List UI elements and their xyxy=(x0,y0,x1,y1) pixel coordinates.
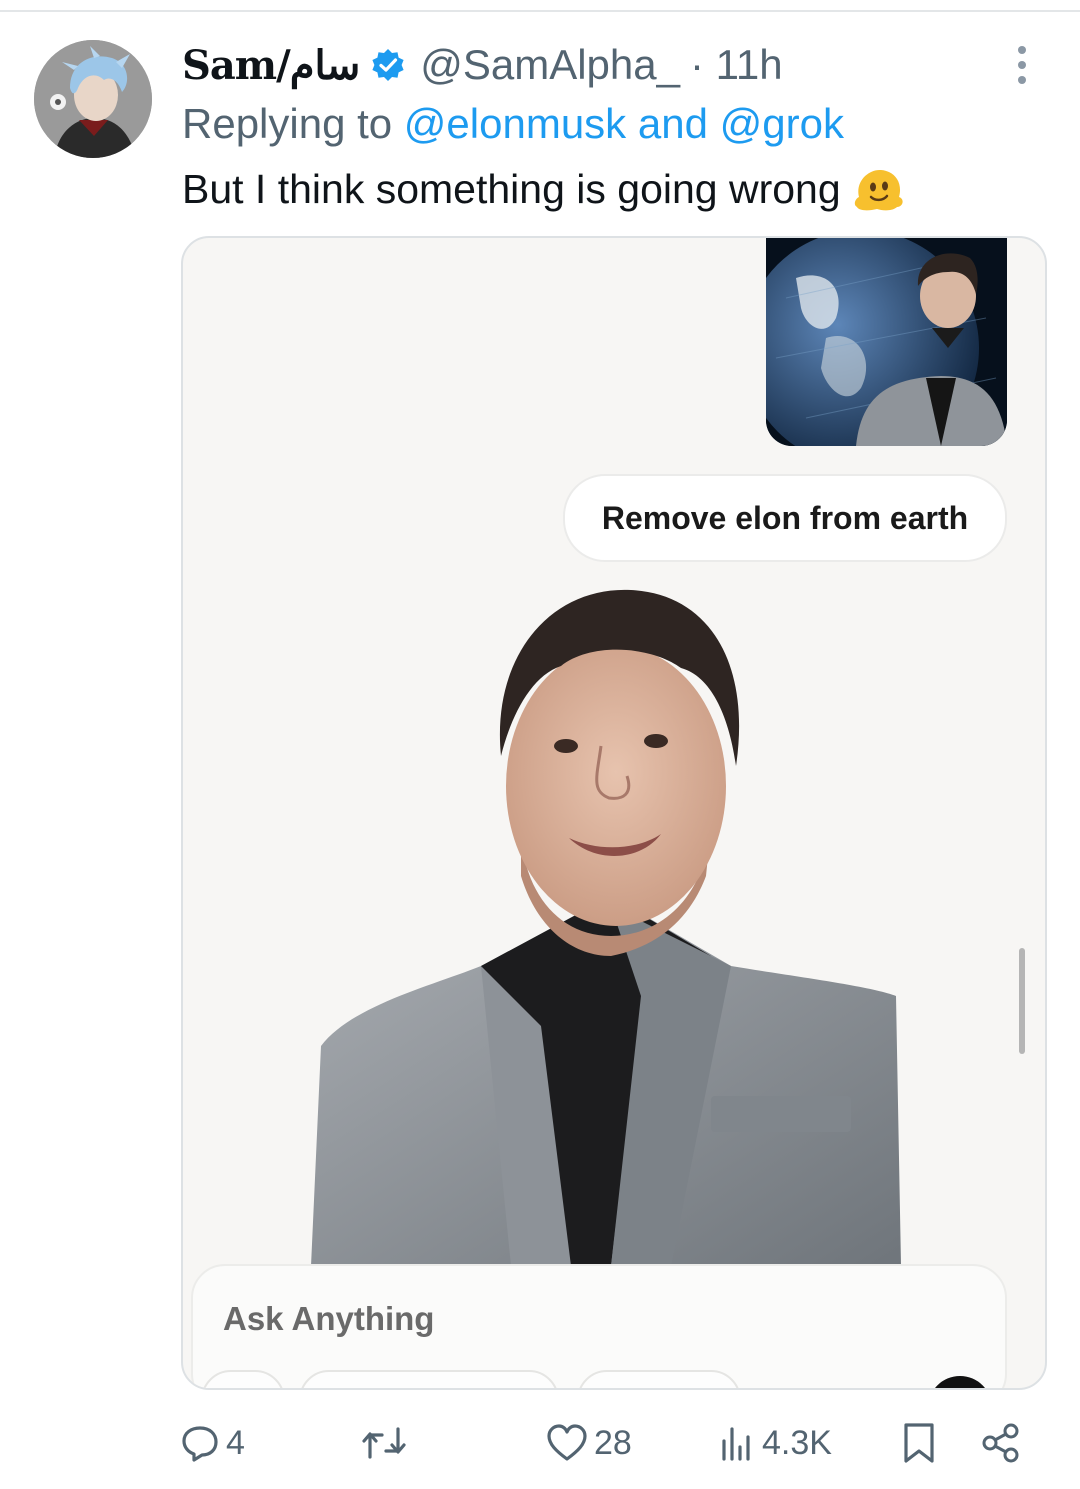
user-handle[interactable]: @SamAlpha_ xyxy=(420,41,680,89)
verified-badge-icon xyxy=(370,47,406,83)
ask-input-bar[interactable]: Ask Anything xyxy=(191,1264,1007,1388)
person-in-suit-image xyxy=(311,589,901,1266)
tweet-action-bar: 4 28 4.3K xyxy=(0,1410,1080,1476)
ask-input-placeholder[interactable]: Ask Anything xyxy=(223,1300,434,1338)
top-divider xyxy=(0,10,1080,12)
replying-to-label: Replying to xyxy=(182,100,393,147)
user-prompt-bubble: Remove elon from earth xyxy=(563,474,1007,562)
views-count: 4.3K xyxy=(762,1423,832,1462)
mention-elonmusk-link[interactable]: @elonmusk xyxy=(404,100,626,147)
display-name[interactable]: Sam/سام xyxy=(182,42,361,89)
reply-icon xyxy=(180,1423,220,1463)
avatar[interactable] xyxy=(34,40,152,158)
anime-avatar-image xyxy=(34,40,152,158)
send-button[interactable] xyxy=(928,1376,992,1388)
uploaded-image-thumbnail[interactable] xyxy=(766,238,1007,446)
generated-result-image[interactable] xyxy=(311,576,901,1266)
reply-count: 4 xyxy=(226,1423,245,1462)
melting-face-emoji-icon xyxy=(853,167,905,213)
mention-grok-link[interactable]: @grok xyxy=(720,100,844,147)
views-button[interactable]: 4.3K xyxy=(720,1410,832,1476)
tweet-text: But I think something is going wrong xyxy=(182,166,905,213)
tweet-time: · 11h xyxy=(690,41,783,88)
scrollbar[interactable] xyxy=(1019,948,1025,1054)
mode-chip[interactable] xyxy=(577,1370,741,1388)
bookmark-icon xyxy=(902,1422,936,1464)
attach-chip[interactable] xyxy=(201,1370,285,1388)
bookmark-button[interactable] xyxy=(902,1410,936,1476)
reply-button[interactable]: 4 xyxy=(180,1410,245,1476)
more-options-icon[interactable] xyxy=(1012,44,1032,86)
earth-and-person-image xyxy=(766,238,1007,446)
replying-to-line: Replying to @elonmusk and @grok xyxy=(182,100,844,148)
repost-button[interactable] xyxy=(360,1410,408,1476)
model-chip[interactable] xyxy=(299,1370,559,1388)
share-button[interactable] xyxy=(980,1410,1022,1476)
like-count: 28 xyxy=(594,1423,632,1462)
share-icon xyxy=(980,1422,1022,1464)
attached-screenshot[interactable]: Remove elon from earth Ask Anything xyxy=(181,236,1047,1390)
repost-icon xyxy=(360,1423,408,1463)
like-button[interactable]: 28 xyxy=(546,1410,632,1476)
mention-join-text: and xyxy=(637,100,708,147)
views-bar-chart-icon xyxy=(720,1423,756,1463)
tweet-body: But I think something is going wrong xyxy=(182,166,841,212)
heart-icon xyxy=(546,1423,588,1463)
tweet-header: Sam/سام @SamAlpha_ · 11h xyxy=(182,40,783,90)
